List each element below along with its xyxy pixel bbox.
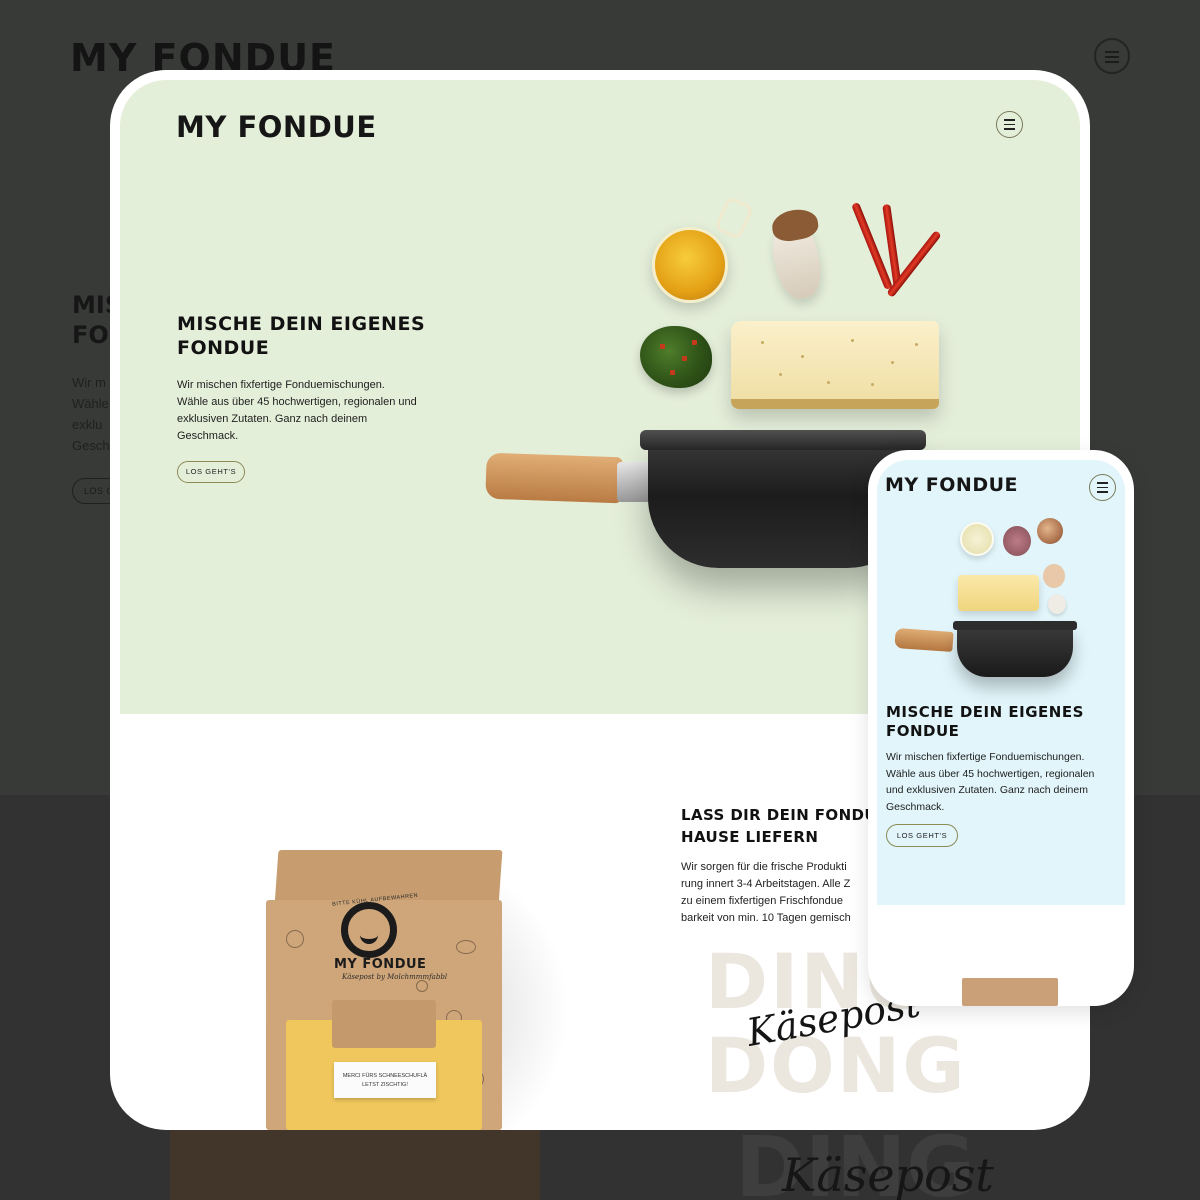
mobile-cta-button[interactable]: LOS GEHT'S xyxy=(886,824,958,847)
background-text: Wir m Wähle exklu Gesch xyxy=(72,375,110,453)
mobile-fondue-pot-image xyxy=(957,625,1073,677)
mobile-pot-handle xyxy=(894,628,954,652)
site-logo[interactable]: MY FONDUE xyxy=(176,110,377,144)
mobile-hero: MY FONDUE MISCHE DEIN EIGENES FONDUE Wir… xyxy=(877,460,1125,905)
background-script: Käsepost xyxy=(782,1148,994,1200)
cta-button[interactable]: LOS GEHT'S xyxy=(177,461,245,483)
pesto-image xyxy=(640,326,712,388)
delivery-text: Wir sorgen für die frische Produkti rung… xyxy=(681,861,851,924)
pot-handle-image xyxy=(485,452,623,504)
fondue-pot-rim xyxy=(640,430,926,450)
box-subtitle: Käsepost by Molchmmmfabbl xyxy=(342,973,448,981)
mobile-hero-title: MISCHE DEIN EIGENES FONDUE xyxy=(886,703,1084,740)
background-menu-icon xyxy=(1094,38,1130,74)
mobile-site-logo[interactable]: MY FONDUE xyxy=(885,474,1018,496)
hamburger-menu-icon[interactable] xyxy=(996,111,1023,138)
herb-image xyxy=(1003,526,1031,556)
box-tab xyxy=(332,1000,436,1048)
mobile-hero-description: Wir mischen fixfertige Fonduemischungen.… xyxy=(886,751,1095,813)
fig-image xyxy=(1037,518,1063,544)
garlic-image xyxy=(1048,594,1066,614)
box-card: MERCI FÜRS SCHNEESCHUFLÄ LETST ZISCHTIG! xyxy=(334,1062,436,1098)
background-box-image xyxy=(170,1128,540,1200)
mobile-box-image xyxy=(962,978,1058,1006)
mobile-cheese-image xyxy=(958,575,1039,611)
mobile-mockup: MY FONDUE MISCHE DEIN EIGENES FONDUE Wir… xyxy=(868,450,1134,1006)
hero-title: MISCHE DEIN EIGENES FONDUE xyxy=(177,313,426,359)
mobile-hamburger-menu-icon[interactable] xyxy=(1089,474,1116,501)
box-brand: MY FONDUE xyxy=(334,957,427,972)
nut-image xyxy=(1043,564,1065,588)
hero-description: Wir mischen fixfertige Fonduemischungen.… xyxy=(177,379,417,442)
cheese-image xyxy=(731,321,939,409)
mobile-pot-rim xyxy=(953,621,1077,630)
honey-glass-image xyxy=(652,227,728,303)
wine-glass-image xyxy=(960,522,994,556)
honey-glass-handle xyxy=(713,195,755,241)
box-logo-icon xyxy=(341,902,397,958)
